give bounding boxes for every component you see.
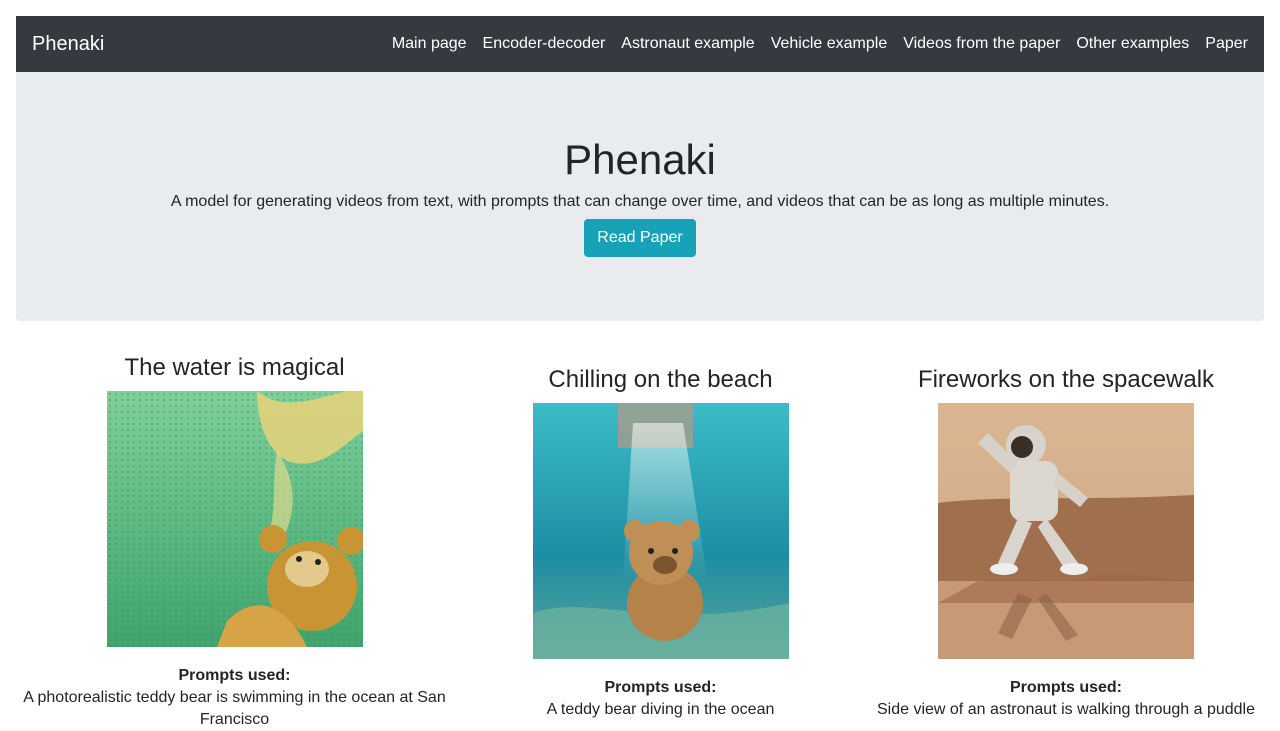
nav-link-encoder-decoder[interactable]: Encoder-decoder bbox=[483, 35, 606, 53]
nav-link-astronaut-example[interactable]: Astronaut example bbox=[621, 35, 754, 53]
astronaut-puddle-image bbox=[938, 403, 1194, 659]
prompts-used-label: Prompts used: bbox=[178, 667, 291, 684]
hero-title: Phenaki bbox=[564, 136, 716, 183]
prompts-used-label: Prompts used: bbox=[604, 679, 717, 696]
example-video-teddy-diving[interactable] bbox=[532, 403, 789, 659]
nav-links: Main page Encoder-decoder Astronaut exam… bbox=[376, 35, 1248, 53]
navbar-brand[interactable]: Phenaki bbox=[32, 33, 104, 56]
read-paper-button[interactable]: Read Paper bbox=[584, 219, 696, 257]
teddy-diving-image bbox=[532, 403, 789, 659]
nav-link-paper[interactable]: Paper bbox=[1205, 35, 1248, 53]
nav-link-other-examples[interactable]: Other examples bbox=[1076, 35, 1189, 53]
example-card-water-magical: The water is magical Prompts used: A pho… bbox=[16, 353, 453, 731]
hero-subtitle: A model for generating videos from text,… bbox=[170, 193, 1110, 210]
example-card-chilling-beach: Chilling on the beach Prompts used: A te… bbox=[453, 365, 868, 721]
example-video-astronaut[interactable] bbox=[938, 403, 1194, 659]
hero-jumbotron: Phenaki A model for generating videos fr… bbox=[16, 72, 1264, 321]
example-card-fireworks-spacewalk: Fireworks on the spacewalk Prompts used:… bbox=[868, 365, 1264, 721]
top-navbar: Phenaki Main page Encoder-decoder Astron… bbox=[16, 16, 1264, 72]
nav-link-vehicle-example[interactable]: Vehicle example bbox=[771, 35, 888, 53]
teddy-swimming-image bbox=[106, 391, 363, 647]
example-title: Chilling on the beach bbox=[548, 366, 773, 393]
prompt-text: A photorealistic teddy bear is swimming … bbox=[23, 689, 446, 728]
example-title: Fireworks on the spacewalk bbox=[917, 366, 1215, 393]
example-title: The water is magical bbox=[124, 354, 345, 381]
prompt-text: Side view of an astronaut is walking thr… bbox=[876, 701, 1255, 718]
prompt-text: A teddy bear diving in the ocean bbox=[546, 701, 775, 718]
nav-link-videos-from-paper[interactable]: Videos from the paper bbox=[903, 35, 1060, 53]
prompts-used-label: Prompts used: bbox=[1009, 679, 1122, 696]
example-video-teddy-swimming[interactable] bbox=[106, 391, 363, 647]
nav-link-main-page[interactable]: Main page bbox=[392, 35, 467, 53]
